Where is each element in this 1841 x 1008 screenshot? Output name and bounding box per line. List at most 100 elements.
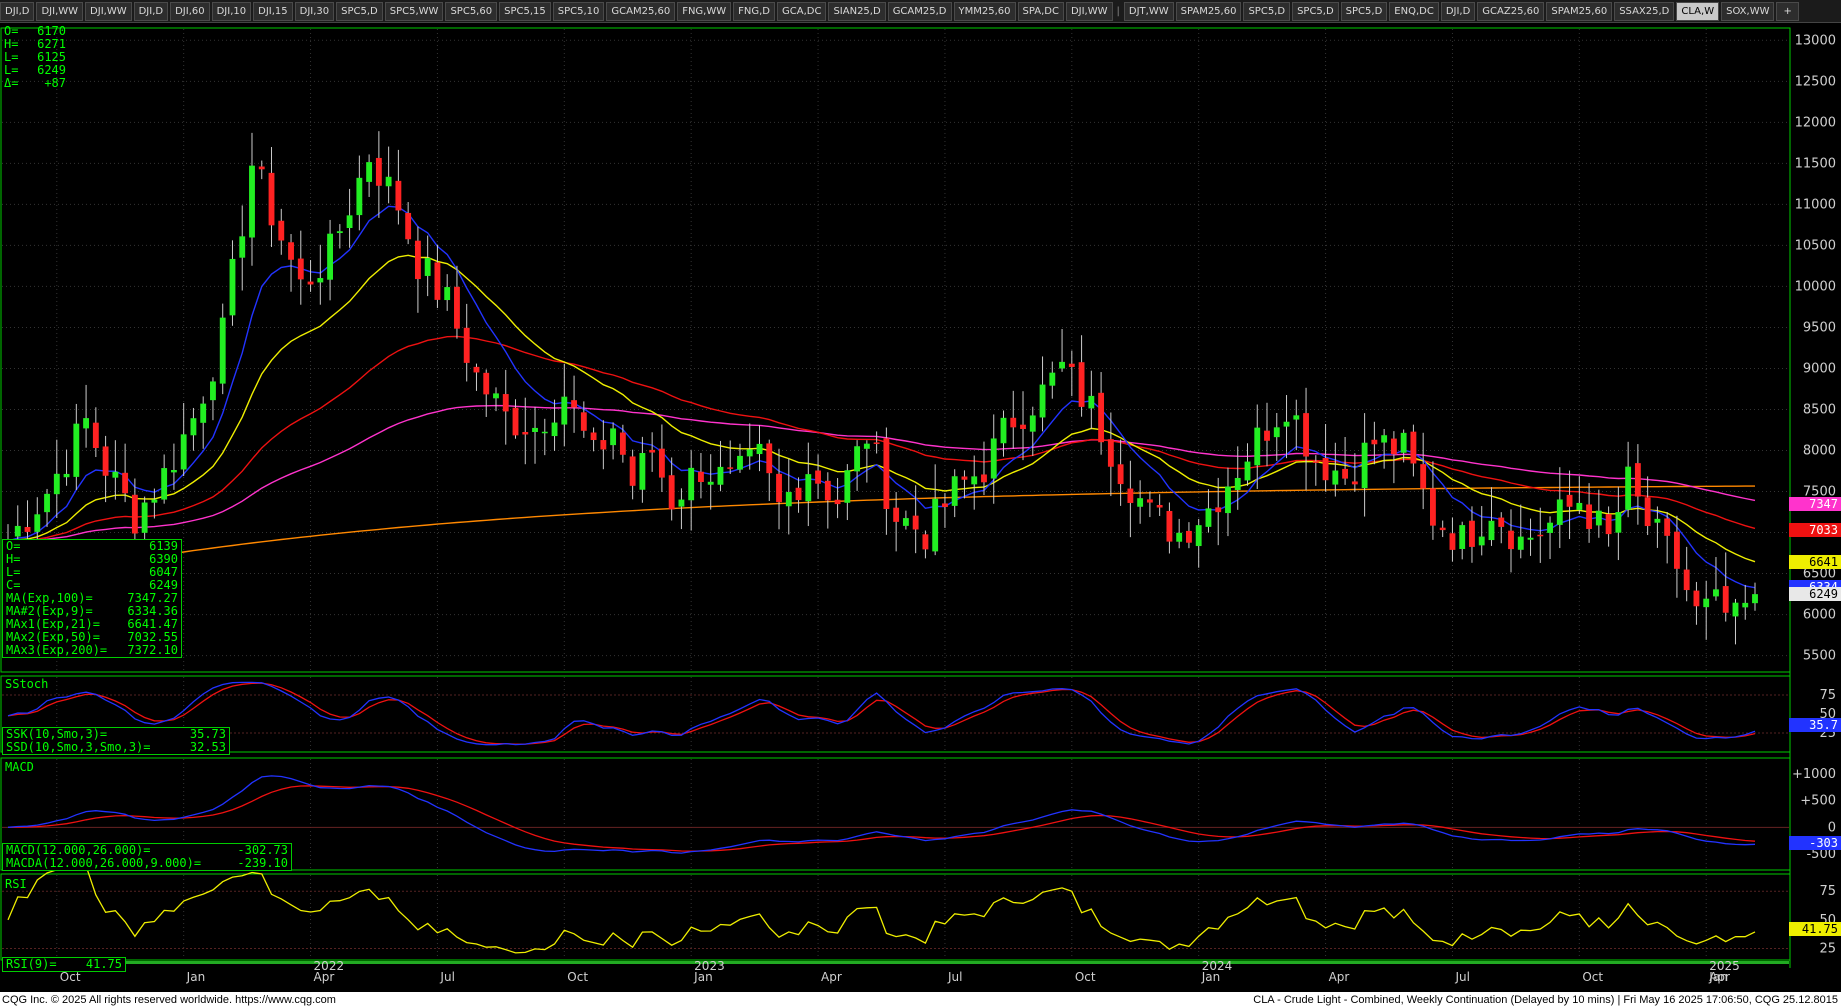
- candle-body: [541, 431, 548, 434]
- candle-body: [1029, 415, 1036, 432]
- info-key: MACDA(12.000,26.000,9.000)=: [6, 856, 202, 870]
- candle-body: [1244, 461, 1251, 481]
- symbol-tab[interactable]: SPC5,WW: [384, 1, 444, 21]
- candle-body: [239, 236, 246, 258]
- symbol-tab[interactable]: DJI,15: [253, 1, 293, 21]
- symbol-tab[interactable]: GCAM25,D: [887, 1, 952, 21]
- candle-body: [92, 422, 99, 449]
- candle-body: [834, 499, 841, 505]
- symbol-tab[interactable]: SPC5,D: [336, 1, 383, 21]
- month-label: Oct: [1582, 970, 1603, 984]
- candle-body: [112, 471, 119, 478]
- price-axis-label: 10000: [1795, 279, 1836, 294]
- month-label: Apr: [1329, 970, 1350, 984]
- symbol-tab[interactable]: SSAX25,D: [1614, 1, 1675, 21]
- candle-body: [210, 381, 216, 401]
- info-value: 7372.10: [127, 643, 178, 657]
- rsi-axis-label: 75: [1819, 884, 1836, 899]
- candle-body: [512, 407, 519, 436]
- ssk-line: [7, 681, 1756, 746]
- candle-body: [1517, 536, 1524, 550]
- price-axis-label: 8000: [1803, 443, 1836, 458]
- candle-body: [297, 258, 304, 280]
- symbol-tab[interactable]: DJT,WW: [1123, 1, 1174, 21]
- symbol-tab[interactable]: GCAM25,60: [606, 1, 676, 21]
- candle-body: [1449, 533, 1456, 550]
- macd-values: MACD(12.000,26.000)= -302.73 MACDA(12.000,…: [2, 843, 292, 871]
- symbol-tab[interactable]: SPAM25,60: [1546, 1, 1613, 21]
- candle-body: [1186, 530, 1192, 543]
- price-study-values: O= 6139 H= 6390 L= 6047 C= 6249 MA(Exp,100)= 7347…: [2, 539, 182, 658]
- sstoch-tag: 35.7: [1789, 717, 1841, 732]
- month-label: Jul: [439, 970, 454, 984]
- candle-body: [288, 242, 294, 260]
- macd-signal-line: [7, 785, 1756, 852]
- candle-body: [1615, 512, 1622, 533]
- candle-body: [551, 422, 558, 437]
- candle-body: [1098, 392, 1105, 443]
- candle-body: [854, 446, 861, 472]
- symbol-tab[interactable]: SIAN25,D: [828, 1, 886, 21]
- candle-body: [1654, 518, 1661, 523]
- chart-description: CLA - Crude Light - Combined, Weekly Con…: [1253, 994, 1838, 1006]
- price-axis-label: 12000: [1795, 115, 1836, 130]
- symbol-tab[interactable]: DJI,D: [0, 1, 35, 21]
- symbol-tab[interactable]: SPC5,60: [445, 1, 498, 21]
- info-value: -239.10: [237, 856, 288, 870]
- symbol-tab[interactable]: SOX,WW: [1721, 1, 1775, 21]
- status-footer: CQG Inc. © 2025 All rights reserved worl…: [0, 992, 1841, 1008]
- candle-body: [395, 180, 402, 211]
- sstoch-panel-label: SStoch: [5, 677, 49, 691]
- candle-body: [1664, 518, 1671, 536]
- price-axis-label: 9500: [1803, 320, 1836, 335]
- symbol-tab[interactable]: SPAM25,60: [1175, 1, 1242, 21]
- candle-body: [1293, 415, 1300, 420]
- candle-body: [922, 534, 929, 550]
- candle-body: [532, 427, 538, 433]
- symbol-tab[interactable]: ENQ,DC: [1389, 1, 1439, 21]
- candle-body: [1322, 457, 1329, 481]
- month-label: Apr: [314, 970, 335, 984]
- rsi-panel-label: RSI: [5, 877, 27, 891]
- candle-body: [229, 258, 236, 316]
- symbol-tab[interactable]: CLA,W: [1676, 1, 1720, 21]
- candle-body: [1566, 494, 1573, 507]
- candle-body: [1439, 527, 1446, 531]
- candle-body: [863, 443, 870, 449]
- symbol-tab[interactable]: SPC5,D: [1340, 1, 1388, 21]
- symbol-tab[interactable]: SPC5,10: [552, 1, 605, 21]
- candle-body: [44, 493, 50, 513]
- symbol-tab[interactable]: DJI,WW: [1065, 1, 1113, 21]
- candle-body: [717, 466, 724, 485]
- symbol-tab[interactable]: SPC5,D: [1243, 1, 1291, 21]
- ema21-line: [7, 254, 1756, 563]
- candle-body: [444, 287, 451, 301]
- symbol-tab[interactable]: DJI,10: [211, 1, 252, 21]
- symbol-tab[interactable]: FNG,WW: [677, 1, 732, 21]
- candle-body: [639, 453, 646, 490]
- candle-body: [268, 172, 275, 226]
- symbol-tab[interactable]: DJI,30: [294, 1, 335, 21]
- info-row: MACDA(12.000,26.000,9.000)= -239.10: [3, 857, 291, 870]
- symbol-tab[interactable]: DJI,D: [133, 1, 169, 21]
- info-key: Δ=: [4, 76, 19, 90]
- candle-body: [688, 467, 695, 501]
- month-label: Apr: [821, 970, 842, 984]
- macd-axis-label: +500: [1800, 794, 1836, 809]
- macd-line: [7, 775, 1756, 854]
- symbol-tab[interactable]: DJI,WW: [36, 1, 84, 21]
- add-tab-button[interactable]: +: [1776, 1, 1799, 21]
- symbol-tab[interactable]: FNG,D: [733, 1, 776, 21]
- symbol-tab[interactable]: GCA,DC: [777, 1, 827, 21]
- symbol-tab[interactable]: DJI,60: [170, 1, 210, 21]
- symbol-tab[interactable]: SPC5,15: [499, 1, 551, 21]
- symbol-tab[interactable]: GCAZ25,60: [1477, 1, 1545, 21]
- symbol-tab[interactable]: YMM25,60: [953, 1, 1016, 21]
- symbol-tab[interactable]: SPA,DC: [1017, 1, 1064, 21]
- candle-body: [385, 176, 392, 187]
- symbol-tab[interactable]: DJI,WW: [85, 1, 132, 21]
- candle-body: [83, 418, 90, 429]
- price-axis-label: 8500: [1803, 402, 1836, 417]
- symbol-tab[interactable]: DJI,D: [1440, 1, 1476, 21]
- symbol-tab[interactable]: SPC5,D: [1292, 1, 1339, 21]
